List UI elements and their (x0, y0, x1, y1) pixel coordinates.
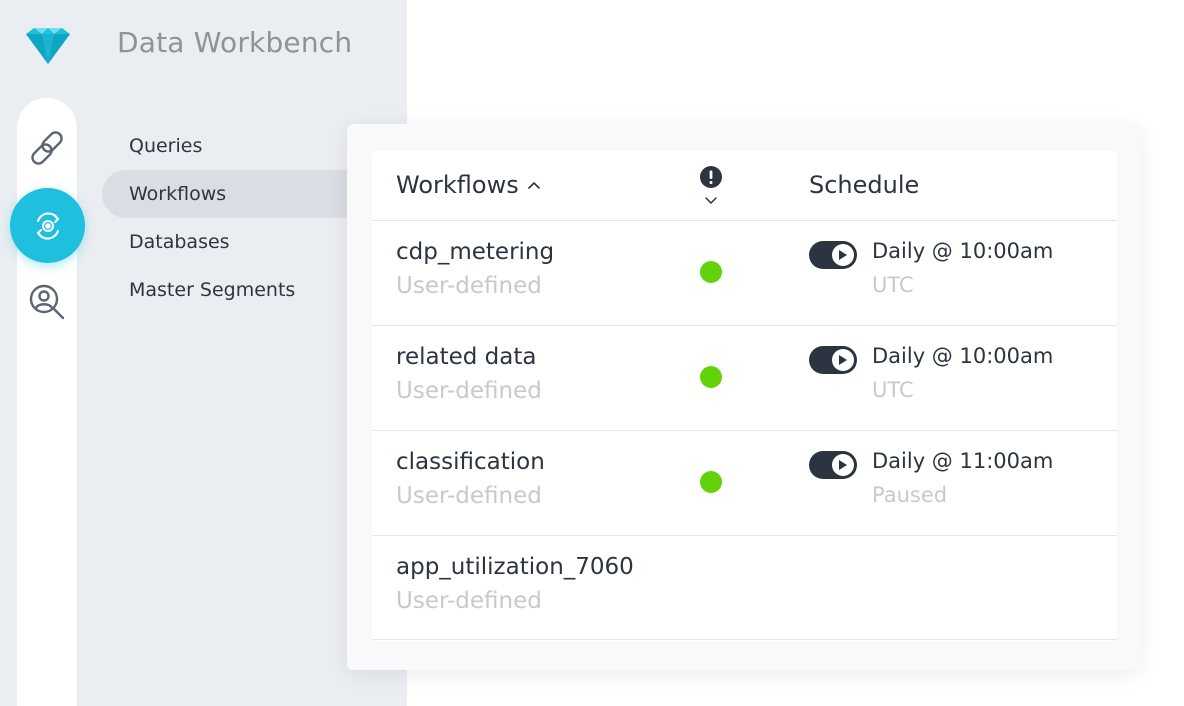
schedule-frequency: Daily @ 11:00am (872, 449, 1054, 473)
chevron-down-icon (705, 197, 717, 205)
workflows-column-header[interactable]: Workflows (396, 171, 541, 199)
table-row[interactable]: related data User-defined Daily @ 10:00a… (372, 325, 1117, 430)
workflow-type: User-defined (396, 483, 542, 509)
workflow-type: User-defined (396, 378, 542, 404)
chevron-up-icon (527, 181, 540, 189)
section-nav: Queries Workflows Databases Master Segme… (102, 122, 362, 314)
workflows-table: Workflows Schedule cdp_metering User-def… (372, 151, 1117, 641)
workflow-name[interactable]: cdp_metering (396, 239, 554, 265)
table-row[interactable]: classification User-defined Daily @ 11:0… (372, 430, 1117, 535)
workflow-type: User-defined (396, 273, 542, 299)
schedule-column-header: Schedule (809, 171, 920, 199)
nav-item-databases[interactable]: Databases (102, 218, 362, 266)
nav-item-queries[interactable]: Queries (102, 122, 362, 170)
schedule-frequency: Daily @ 10:00am (872, 344, 1054, 368)
schedule-toggle[interactable] (809, 241, 857, 269)
play-icon (839, 355, 847, 365)
workflow-name[interactable]: related data (396, 344, 536, 370)
app-title: Data Workbench (117, 26, 353, 59)
workflows-header-label: Workflows (396, 171, 519, 199)
schedule-timezone: UTC (872, 273, 914, 297)
play-icon (839, 250, 847, 260)
schedule-toggle[interactable] (809, 451, 857, 479)
nav-item-workflows[interactable]: Workflows (102, 170, 362, 218)
workflow-name[interactable]: classification (396, 449, 545, 475)
schedule-timezone: UTC (872, 378, 914, 402)
user-search-icon[interactable] (27, 282, 67, 322)
table-row[interactable]: cdp_metering User-defined Daily @ 10:00a… (372, 220, 1117, 325)
schedule-status: Paused (872, 483, 948, 507)
nav-item-master-segments[interactable]: Master Segments (102, 266, 362, 314)
exclamation-circle-icon (700, 166, 722, 188)
play-icon (839, 460, 847, 470)
workflow-type: User-defined (396, 588, 542, 614)
schedule-toggle[interactable] (809, 346, 857, 374)
status-filter-header[interactable] (699, 165, 723, 207)
link-icon[interactable] (27, 128, 67, 168)
schedule-frequency: Daily @ 10:00am (872, 239, 1054, 263)
table-row[interactable]: app_utilization_7060 User-defined (372, 535, 1117, 640)
status-indicator (700, 471, 722, 493)
status-indicator (700, 366, 722, 388)
workflow-gear-icon[interactable] (10, 188, 85, 263)
status-indicator (700, 261, 722, 283)
workflow-name[interactable]: app_utilization_7060 (396, 554, 634, 580)
diamond-logo-icon[interactable] (22, 26, 74, 66)
